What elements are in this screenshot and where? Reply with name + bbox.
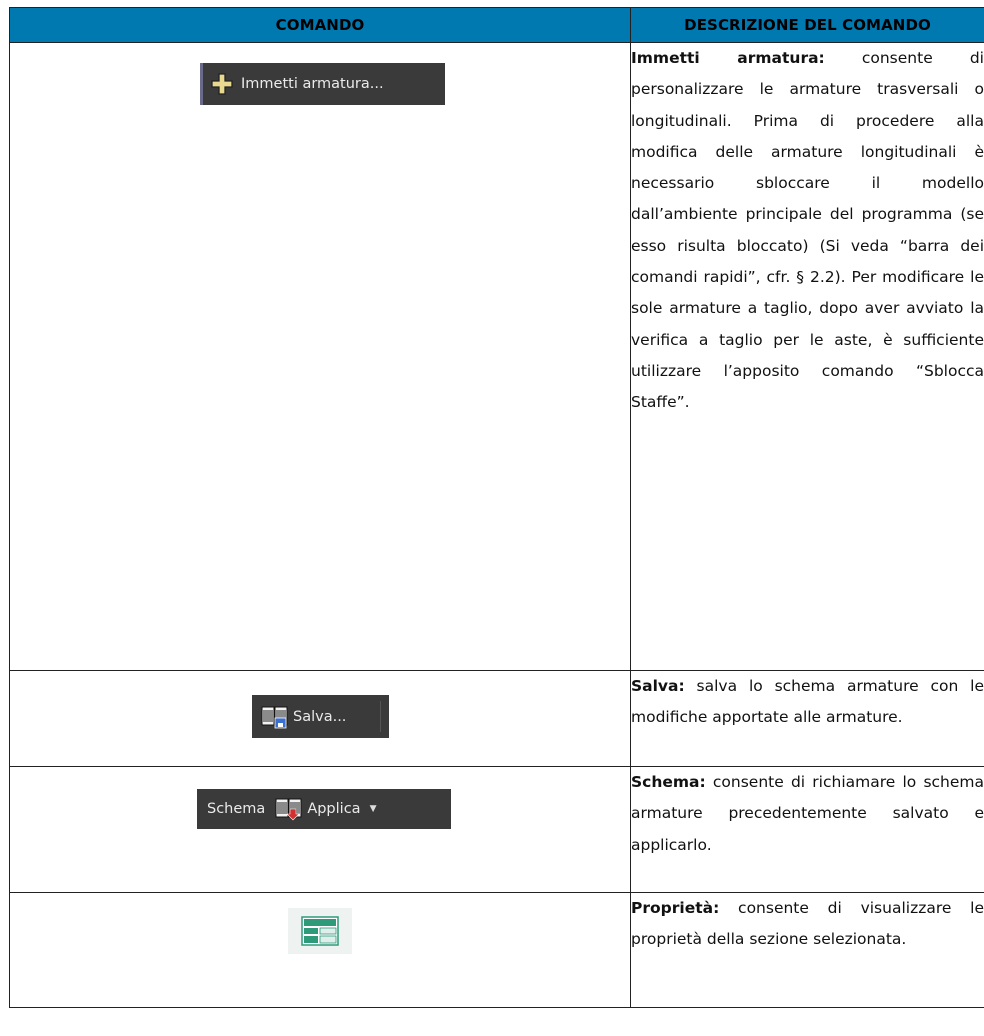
command-title: Salva: [631, 677, 685, 695]
command-cell: Schema Applica ▼ [9, 766, 631, 893]
commands-table: COMANDO DESCRIZIONE DEL COMANDO Immetti … [9, 7, 984, 1008]
table-row: Immetti armatura... Immetti armatura: co… [9, 42, 984, 671]
command-cell: Salva... [9, 670, 631, 767]
immetti-armatura-label: Immetti armatura... [241, 76, 384, 92]
salva-label: Salva... [293, 708, 347, 725]
header-command: COMANDO [9, 7, 631, 43]
apply-scheme-icon [275, 798, 302, 821]
plus-icon [211, 73, 233, 95]
properties-button[interactable] [288, 908, 352, 954]
description-cell: Immetti armatura: consente di personaliz… [630, 42, 984, 671]
salva-button[interactable]: Salva... [252, 695, 389, 738]
command-cell [9, 892, 631, 1008]
chevron-down-icon[interactable]: ▼ [370, 804, 377, 814]
save-scheme-icon [261, 706, 288, 728]
properties-icon [301, 916, 339, 946]
command-description: consente di personalizzare le armature t… [631, 49, 984, 412]
command-title: Schema: [631, 773, 706, 791]
description-cell: Proprietà: consente di visualizzare le p… [630, 892, 984, 1008]
applica-label: Applica [307, 801, 361, 817]
command-title: Proprietà: [631, 899, 720, 917]
table-row: Schema Applica ▼ Schema: consente di ric… [9, 766, 984, 893]
command-description: salva lo schema armature con le modifich… [631, 677, 984, 727]
description-cell: Schema: consente di richiamare lo schema… [630, 766, 984, 893]
schema-label: Schema [207, 801, 266, 817]
command-cell: Immetti armatura... [9, 42, 631, 671]
schema-applica-control[interactable]: Schema Applica ▼ [197, 789, 451, 829]
description-cell: Salva: salva lo schema armature con le m… [630, 670, 984, 767]
table-row: Proprietà: consente di visualizzare le p… [9, 892, 984, 1008]
header-description: DESCRIZIONE DEL COMANDO [630, 7, 984, 43]
header-row: COMANDO DESCRIZIONE DEL COMANDO [9, 7, 984, 43]
immetti-armatura-button[interactable]: Immetti armatura... [200, 63, 445, 105]
table-row: Salva... Salva: salva lo schema armature… [9, 670, 984, 767]
command-title: Immetti armatura: [631, 49, 825, 67]
